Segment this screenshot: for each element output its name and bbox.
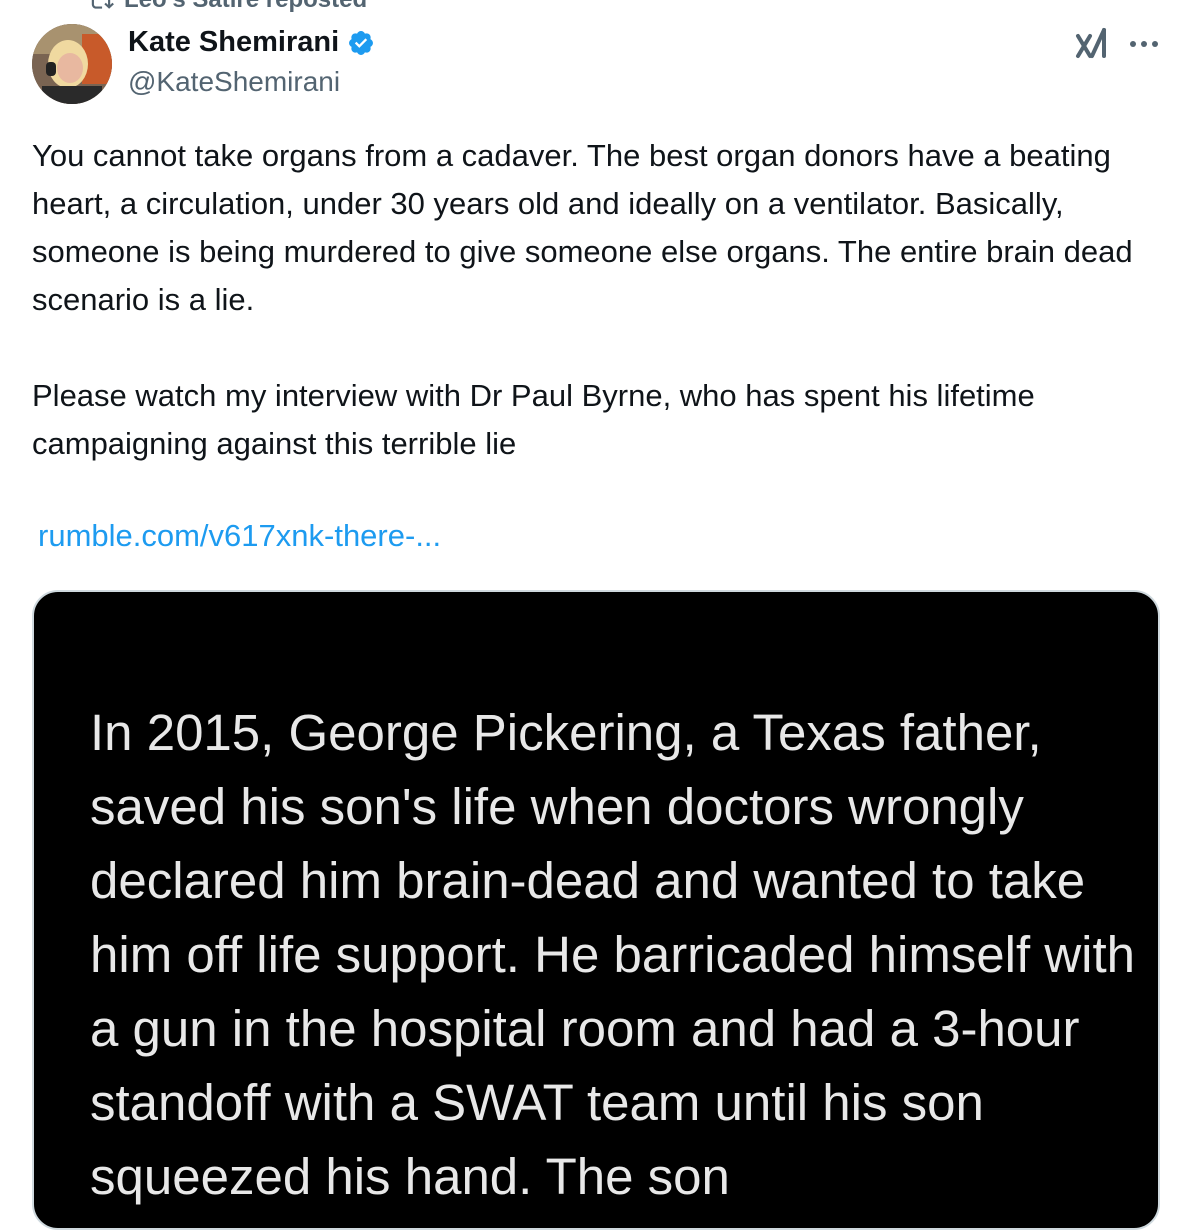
grok-icon[interactable] (1074, 26, 1110, 62)
tweet-link[interactable]: rumble.com/v617xnk-there-... (38, 518, 441, 554)
repost-label: Leo's Satire reposted (124, 0, 367, 14)
more-options-icon[interactable] (1124, 26, 1164, 62)
verified-badge-icon[interactable] (347, 29, 375, 57)
tweet-text: You cannot take organs from a cadaver. T… (32, 132, 1172, 468)
author-handle[interactable]: @KateShemirani (128, 66, 340, 98)
avatar[interactable] (32, 24, 112, 104)
avatar-photo (32, 24, 112, 104)
tweet-paragraph-1: You cannot take organs from a cadaver. T… (32, 138, 1133, 317)
author-name-row[interactable]: Kate Shemirani (128, 26, 375, 59)
media-image-text: In 2015, George Pickering, a Texas fathe… (90, 704, 1136, 1205)
repost-indicator[interactable]: Leo's Satire reposted (88, 0, 367, 14)
tweet-paragraph-2: Please watch my interview with Dr Paul B… (32, 378, 1035, 461)
author-name[interactable]: Kate Shemirani (128, 26, 339, 59)
repost-icon (91, 0, 114, 9)
media-card[interactable]: In 2015, George Pickering, a Texas fathe… (32, 590, 1160, 1230)
